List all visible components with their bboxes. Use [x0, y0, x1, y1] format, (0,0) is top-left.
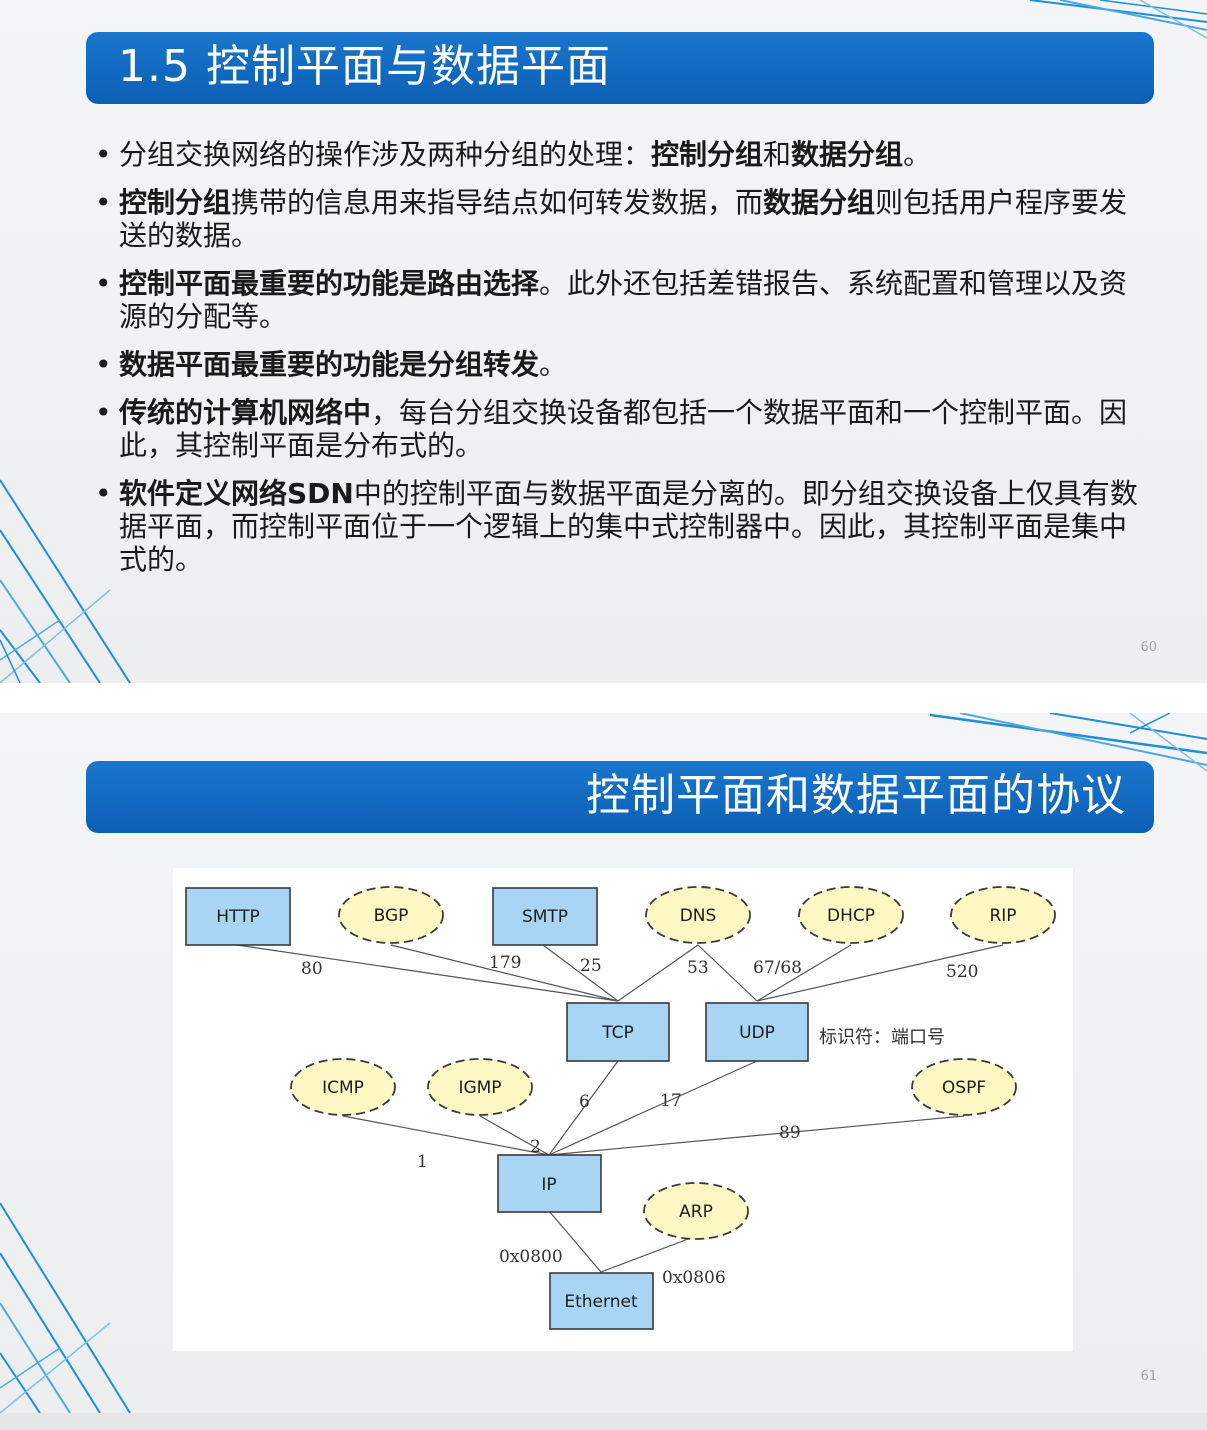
bullet-item: • 软件定义网络SDN中的控制平面与数据平面是分离的。即分组交换设备上仅具有数据平…	[95, 477, 1138, 576]
bullet-dot: •	[95, 348, 112, 381]
slide-title: 1.5 控制平面与数据平面	[118, 41, 611, 92]
node-icmp: ICMP	[322, 1078, 364, 1098]
bullet-dot: •	[95, 186, 112, 219]
bullet-item: • 数据平面最重要的功能是分组转发。	[95, 348, 568, 381]
port-dhcp-udp: 67/68	[753, 958, 802, 978]
edge-ospf-ip	[548, 1115, 965, 1156]
port-tcp-ip: 6	[579, 1092, 590, 1112]
port-dns-tcp: 53	[687, 958, 709, 978]
port-smtp-tcp: 25	[580, 956, 602, 976]
decorative-lines-bottom-left	[0, 1202, 131, 1413]
page-number: 60	[1140, 640, 1157, 655]
node-igmp: IGMP	[458, 1078, 501, 1098]
node-arp: ARP	[679, 1202, 713, 1222]
port-bgp-tcp: 179	[489, 953, 521, 973]
port-ip-ethernet: 0x0800	[499, 1247, 563, 1267]
slide-gap	[0, 683, 1207, 713]
node-bgp: BGP	[374, 906, 409, 926]
edge-icmp-ip	[342, 1115, 550, 1156]
bullet-item: • 控制分组携带的信息用来指导结点如何转发数据，而数据分组则包括用户程序要发送的数…	[95, 186, 1128, 252]
node-rip: RIP	[989, 906, 1016, 926]
slide-title-bar: 1.5 控制平面与数据平面	[86, 32, 1154, 104]
node-dns: DNS	[680, 906, 717, 926]
port-note: 标识符：端口号	[819, 1027, 945, 1048]
port-icmp-ip: 1	[417, 1152, 428, 1172]
edge-arp-ethernet	[600, 1235, 697, 1273]
bottom-strip	[0, 1413, 1207, 1430]
ellipse-nodes	[290, 886, 1056, 1240]
node-ospf: OSPF	[942, 1078, 986, 1098]
bullet-item: • 控制平面最重要的功能是路由选择。此外还包括差错报告、系统配置和管理以及资源的分…	[95, 267, 1128, 333]
bullet-dot: •	[95, 477, 112, 510]
node-http: HTTP	[216, 907, 260, 927]
node-dhcp: DHCP	[827, 906, 875, 926]
node-ethernet: Ethernet	[564, 1292, 638, 1312]
port-rip-udp: 520	[946, 962, 978, 982]
slide-title: 控制平面和数据平面的协议	[586, 770, 1126, 821]
slide-61: 控制平面和数据平面的协议 HTTP BGP SMTP DNS DHCP RIP …	[0, 713, 1207, 1413]
port-ospf-ip: 89	[779, 1123, 801, 1143]
port-http-tcp: 80	[301, 959, 323, 979]
edge-dns-tcp	[617, 944, 699, 1002]
slide-title-bar: 控制平面和数据平面的协议	[86, 761, 1154, 833]
slide-60: 1.5 控制平面与数据平面 • 分组交换网络的操作涉及两种分组的处理：控制分组和数…	[0, 0, 1207, 683]
bullet-item: • 传统的计算机网络中，每台分组交换设备都包括一个数据平面和一个控制平面。因此，其…	[95, 396, 1128, 462]
port-arp-ethernet: 0x0806	[662, 1268, 726, 1288]
bullet-dot: •	[95, 138, 112, 171]
bullet-dot: •	[95, 267, 112, 300]
node-udp: UDP	[739, 1023, 775, 1043]
node-ip: IP	[541, 1175, 556, 1195]
protocol-diagram: HTTP BGP SMTP DNS DHCP RIP TCP UDP ICMP …	[173, 868, 1073, 1351]
page-number: 61	[1140, 1369, 1157, 1384]
bullet-dot: •	[95, 396, 112, 429]
node-tcp: TCP	[601, 1023, 634, 1043]
node-smtp: SMTP	[522, 907, 568, 927]
port-igmp-ip: 2	[530, 1137, 541, 1157]
bullet-list: • 分组交换网络的操作涉及两种分组的处理：控制分组和数据分组。 • 控制分组携带的信…	[95, 138, 1150, 591]
bullet-item: • 分组交换网络的操作涉及两种分组的处理：控制分组和数据分组。	[95, 138, 932, 171]
port-udp-ip: 17	[660, 1091, 682, 1111]
